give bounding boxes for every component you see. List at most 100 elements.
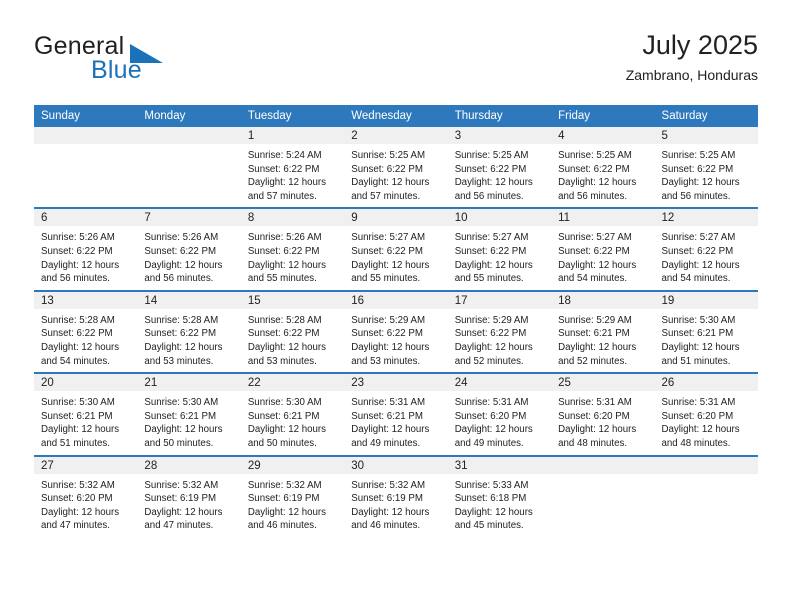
day-detail-line-3: Daylight: 12 hours — [351, 177, 430, 189]
calendar-day-cell[interactable]: 27 Sunrise: 5:32 AM Sunset: 6:20 PM Dayligh… — [34, 454, 138, 537]
calendar-day-cell[interactable]: 8 Sunrise: 5:26 AM Sunset: 6:22 PM Daylight… — [240, 207, 345, 291]
calendar-day-cell[interactable]: 24 Sunrise: 5:31 AM Sunset: 6:20 PM Dayligh… — [447, 372, 552, 456]
day-detail-line-4: and 51 minutes. — [41, 437, 110, 449]
day-details: Sunrise: 5:27 AM Sunset: 6:22 PM Daylight:… — [655, 226, 758, 289]
day-detail-line-2: Sunset: 6:22 PM — [454, 163, 527, 175]
calendar-day-cell[interactable]: 7 Sunrise: 5:26 AM Sunset: 6:22 PM Daylight… — [137, 207, 241, 291]
day-detail-line-2: Sunset: 6:22 PM — [247, 163, 320, 175]
calendar-day-cell[interactable]: 26 Sunrise: 5:31 AM Sunset: 6:20 PM Dayligh… — [654, 372, 758, 456]
day-detail-line-4: and 47 minutes. — [41, 520, 110, 532]
day-details: Sunrise: 5:31 AM Sunset: 6:20 PM Daylight:… — [551, 391, 654, 454]
day-detail-line-1: Sunrise: 5:33 AM — [454, 479, 529, 491]
calendar-day-cell[interactable]: 22 Sunrise: 5:30 AM Sunset: 6:21 PM Dayligh… — [240, 372, 345, 456]
calendar-day-cell[interactable]: 3 Sunrise: 5:25 AM Sunset: 6:22 PM Daylight… — [447, 127, 552, 209]
day-detail-line-3: Daylight: 12 hours — [661, 341, 740, 353]
day-detail-line-2: Sunset: 6:22 PM — [247, 245, 320, 257]
calendar-day-cell[interactable]: 29 Sunrise: 5:32 AM Sunset: 6:19 PM Dayligh… — [240, 454, 345, 537]
day-detail-line-3: Daylight: 12 hours — [351, 341, 430, 353]
day-detail-line-1: Sunrise: 5:30 AM — [41, 397, 115, 409]
calendar-day-cell[interactable]: 21 Sunrise: 5:30 AM Sunset: 6:21 PM Dayligh… — [137, 372, 241, 456]
day-number: 25 — [551, 374, 655, 392]
day-detail-line-1: Sunrise: 5:27 AM — [661, 232, 736, 244]
day-detail-line-4: and 51 minutes. — [661, 355, 731, 367]
day-detail-line-2: Sunset: 6:22 PM — [558, 245, 630, 257]
calendar-day-cell[interactable]: 6 Sunrise: 5:26 AM Sunset: 6:22 PM Daylight… — [34, 207, 138, 291]
calendar-header-row: Sunday Monday Tuesday Wednesday Thursday… — [34, 105, 758, 127]
day-detail-line-2: Sunset: 6:21 PM — [247, 410, 320, 422]
day-detail-line-1: Sunrise: 5:30 AM — [144, 397, 219, 409]
calendar-day-cell[interactable]: 15 Sunrise: 5:28 AM Sunset: 6:22 PM Dayligh… — [240, 289, 345, 374]
day-number: 9 — [344, 209, 448, 227]
day-detail-line-4: and 50 minutes. — [144, 437, 214, 449]
day-details: Sunrise: 5:30 AM Sunset: 6:21 PM Daylight:… — [34, 391, 137, 454]
day-number: 10 — [447, 209, 552, 227]
calendar-day-cell[interactable]: 2 Sunrise: 5:25 AM Sunset: 6:22 PM Daylight… — [344, 127, 448, 209]
day-details: Sunrise: 5:26 AM Sunset: 6:22 PM Daylight:… — [137, 226, 240, 289]
day-detail-line-3: Daylight: 12 hours — [144, 341, 223, 353]
day-detail-line-1: Sunrise: 5:29 AM — [558, 314, 632, 326]
day-detail-line-3: Daylight: 12 hours — [351, 506, 430, 518]
day-details: Sunrise: 5:32 AM Sunset: 6:19 PM Daylight:… — [344, 474, 447, 537]
day-detail-line-1: Sunrise: 5:26 AM — [41, 232, 115, 244]
calendar-day-cell[interactable]: 14 Sunrise: 5:28 AM Sunset: 6:22 PM Dayligh… — [137, 289, 241, 374]
day-detail-line-4: and 53 minutes. — [247, 355, 317, 367]
calendar-day-cell[interactable]: 4 Sunrise: 5:25 AM Sunset: 6:22 PM Daylight… — [551, 127, 655, 209]
day-detail-line-2: Sunset: 6:22 PM — [41, 328, 113, 340]
weekday-header-friday: Friday — [551, 105, 655, 127]
day-detail-line-1: Sunrise: 5:32 AM — [247, 479, 322, 491]
day-detail-line-1: Sunrise: 5:30 AM — [661, 314, 736, 326]
day-detail-line-3: Daylight: 12 hours — [661, 259, 740, 271]
calendar-day-cell[interactable]: 28 Sunrise: 5:32 AM Sunset: 6:19 PM Dayligh… — [137, 454, 241, 537]
general-blue-logo: General Blue — [34, 32, 274, 88]
calendar-day-cell-empty — [551, 454, 655, 537]
day-detail-line-2: Sunset: 6:18 PM — [454, 493, 527, 505]
day-details: Sunrise: 5:30 AM Sunset: 6:21 PM Daylight:… — [137, 391, 240, 454]
calendar-day-cell[interactable]: 1 Sunrise: 5:24 AM Sunset: 6:22 PM Daylight… — [240, 127, 345, 209]
day-details: Sunrise: 5:27 AM Sunset: 6:22 PM Daylight:… — [551, 226, 654, 289]
day-detail-line-1: Sunrise: 5:24 AM — [247, 150, 322, 161]
calendar-day-cell[interactable]: 23 Sunrise: 5:31 AM Sunset: 6:21 PM Dayligh… — [344, 372, 448, 456]
calendar-day-cell[interactable]: 16 Sunrise: 5:29 AM Sunset: 6:22 PM Dayligh… — [344, 289, 448, 374]
day-detail-line-3: Daylight: 12 hours — [247, 506, 326, 518]
calendar-day-cell[interactable]: 5 Sunrise: 5:25 AM Sunset: 6:22 PM Daylight… — [654, 127, 758, 209]
day-detail-line-4: and 56 minutes. — [454, 190, 524, 202]
day-details: Sunrise: 5:26 AM Sunset: 6:22 PM Daylight:… — [241, 226, 344, 289]
calendar-week-row: 13 Sunrise: 5:28 AM Sunset: 6:22 PM Dayligh… — [34, 289, 758, 374]
logo-text-blue: Blue — [91, 56, 142, 84]
day-number: 30 — [344, 456, 448, 474]
day-number: 23 — [344, 374, 448, 392]
calendar-day-cell[interactable]: 31 Sunrise: 5:33 AM Sunset: 6:18 PM Dayligh… — [447, 454, 552, 537]
day-number: 14 — [137, 291, 241, 309]
page-header: General Blue July 2025 Zambrano, Hondura… — [34, 28, 758, 98]
day-number: 19 — [654, 291, 758, 309]
calendar-day-cell[interactable]: 20 Sunrise: 5:30 AM Sunset: 6:21 PM Dayligh… — [34, 372, 138, 456]
day-detail-line-4: and 52 minutes. — [558, 355, 628, 367]
calendar-day-cell[interactable]: 19 Sunrise: 5:30 AM Sunset: 6:21 PM Dayligh… — [654, 289, 758, 374]
calendar-day-cell[interactable]: 9 Sunrise: 5:27 AM Sunset: 6:22 PM Daylight… — [344, 207, 448, 291]
calendar-day-cell[interactable]: 25 Sunrise: 5:31 AM Sunset: 6:20 PM Dayligh… — [551, 372, 655, 456]
calendar-day-cell[interactable]: 18 Sunrise: 5:29 AM Sunset: 6:21 PM Dayligh… — [551, 289, 655, 374]
calendar-day-cell[interactable]: 30 Sunrise: 5:32 AM Sunset: 6:19 PM Dayligh… — [344, 454, 448, 537]
weekday-header-thursday: Thursday — [447, 105, 552, 127]
day-number: 3 — [447, 127, 552, 144]
calendar-day-cell[interactable]: 13 Sunrise: 5:28 AM Sunset: 6:22 PM Dayligh… — [34, 289, 138, 374]
day-detail-line-4: and 47 minutes. — [144, 520, 214, 532]
day-number: 22 — [240, 374, 345, 392]
day-number: 8 — [240, 209, 345, 227]
calendar-day-cell[interactable]: 10 Sunrise: 5:27 AM Sunset: 6:22 PM Dayligh… — [447, 207, 552, 291]
day-details: Sunrise: 5:31 AM Sunset: 6:20 PM Daylight:… — [448, 391, 551, 454]
day-detail-line-3: Daylight: 12 hours — [661, 177, 740, 189]
day-detail-line-2: Sunset: 6:20 PM — [558, 410, 630, 422]
day-detail-line-1: Sunrise: 5:25 AM — [661, 150, 736, 161]
calendar-day-cell[interactable]: 11 Sunrise: 5:27 AM Sunset: 6:22 PM Dayligh… — [551, 207, 655, 291]
day-detail-line-1: Sunrise: 5:31 AM — [454, 397, 529, 409]
day-number: 26 — [654, 374, 758, 392]
day-detail-line-2: Sunset: 6:22 PM — [144, 328, 217, 340]
day-detail-line-2: Sunset: 6:20 PM — [41, 493, 113, 505]
calendar-day-cell[interactable]: 12 Sunrise: 5:27 AM Sunset: 6:22 PM Dayligh… — [654, 207, 758, 291]
calendar-day-cell[interactable]: 17 Sunrise: 5:29 AM Sunset: 6:22 PM Dayligh… — [447, 289, 552, 374]
day-detail-line-2: Sunset: 6:19 PM — [351, 493, 423, 505]
day-detail-line-2: Sunset: 6:20 PM — [661, 410, 734, 422]
day-detail-line-4: and 49 minutes. — [351, 437, 421, 449]
day-number: 21 — [137, 374, 241, 392]
